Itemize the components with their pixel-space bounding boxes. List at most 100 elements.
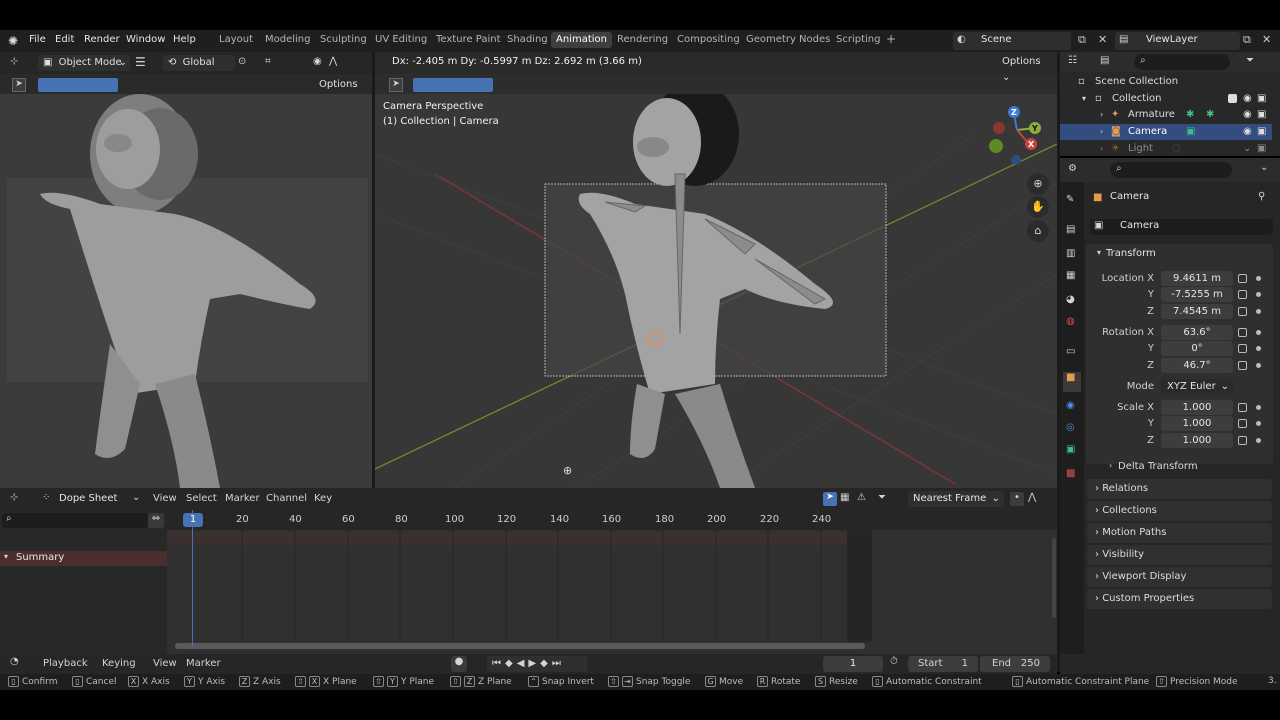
blender-logo-icon[interactable]: ✺ <box>8 34 18 48</box>
outliner-row-armature[interactable]: › ✦ Armature ✱ ✱ ◉ ▣ <box>1060 107 1272 123</box>
lock-icon[interactable] <box>1238 344 1247 353</box>
horizontal-scrollbar[interactable] <box>175 643 865 649</box>
summary-channel[interactable]: ▾ Summary <box>0 551 167 566</box>
chevron-down-icon[interactable]: ⌄ <box>1260 162 1268 173</box>
chevron-down-icon[interactable]: ⌄ <box>132 492 140 503</box>
lock-icon[interactable] <box>1238 361 1247 370</box>
menu-channel[interactable]: Channel <box>266 493 307 504</box>
delete-scene-icon[interactable]: ✕ <box>1098 33 1107 46</box>
lock-icon[interactable] <box>1238 403 1247 412</box>
object-tab-icon[interactable]: ■ <box>1063 372 1081 392</box>
scale-y-field[interactable]: 1.000 <box>1161 416 1233 431</box>
orientation-dropdown[interactable]: ⟲ Global <box>163 55 235 71</box>
texture-tab-icon[interactable]: ▩ <box>1066 468 1075 479</box>
panel-viewport-display[interactable]: › Viewport Display <box>1087 567 1272 587</box>
panel-motion-paths[interactable]: › Motion Paths <box>1087 523 1272 543</box>
camera-icon[interactable]: ▣ <box>1257 141 1266 157</box>
render-tab-icon[interactable]: ▤ <box>1066 224 1075 235</box>
camera-view-icon[interactable]: ⌂ <box>1027 220 1049 242</box>
editor-type-icon[interactable]: ◔ <box>10 656 19 667</box>
view-layer-tab-icon[interactable]: ▦ <box>1066 270 1075 281</box>
menu-edit[interactable]: Edit <box>55 34 74 45</box>
tab-geometry-nodes[interactable]: Geometry Nodes <box>746 34 830 45</box>
tab-modeling[interactable]: Modeling <box>265 34 311 45</box>
tab-sculpting[interactable]: Sculpting <box>320 34 367 45</box>
camera-icon[interactable]: ▣ <box>1257 107 1266 123</box>
editor-type-icon[interactable]: ⊹ <box>10 56 18 67</box>
menu-marker[interactable]: Marker <box>186 658 221 669</box>
rotation-z-field[interactable]: 46.7° <box>1161 358 1233 373</box>
tab-uv-editing[interactable]: UV Editing <box>375 34 427 45</box>
keyframe-dot-icon[interactable] <box>1256 421 1261 426</box>
menu-select[interactable]: Select <box>186 493 217 504</box>
editor-type-icon[interactable]: ⊹ <box>10 492 18 503</box>
play-reverse-icon[interactable]: ◀ <box>517 658 529 669</box>
keyframe-dot-icon[interactable] <box>1256 346 1261 351</box>
menu-help[interactable]: Help <box>173 34 196 45</box>
object-mode-dropdown[interactable]: ▣ Object Mode ⌄ <box>38 55 130 71</box>
expand-arrow-icon[interactable]: › <box>1100 107 1103 123</box>
location-z-field[interactable]: 7.4545 m <box>1161 304 1233 319</box>
playhead-frame-badge[interactable]: 1 <box>183 513 203 527</box>
lock-icon[interactable] <box>1238 307 1247 316</box>
scale-x-field[interactable]: 1.000 <box>1161 400 1233 415</box>
playhead-line[interactable] <box>192 510 193 647</box>
menu-keying[interactable]: Keying <box>102 658 136 669</box>
panel-expand-icon[interactable]: ▾ <box>1097 248 1101 257</box>
object-data-tab-icon[interactable]: ▣ <box>1066 444 1075 455</box>
outliner-row-light[interactable]: › ☀ Light ◌ ⌄ ▣ <box>1060 141 1272 157</box>
dope-sheet-mode-label[interactable]: Dope Sheet <box>59 493 117 504</box>
proportional-edit-icon[interactable]: • <box>1010 492 1024 506</box>
pin-icon[interactable]: ⚲ <box>1258 191 1265 202</box>
scale-z-field[interactable]: 1.000 <box>1161 433 1233 448</box>
rotation-x-field[interactable]: 63.6° <box>1161 325 1233 340</box>
outliner-row-collection[interactable]: ▾ ▫ Collection ◉ ▣ <box>1060 91 1272 107</box>
outliner-search-input[interactable]: ⌕ <box>1134 54 1230 70</box>
outliner-row-scene-collection[interactable]: ▫ Scene Collection <box>1060 74 1272 90</box>
properties-search-input[interactable]: ⌕ <box>1110 162 1232 178</box>
lock-icon[interactable] <box>1238 274 1247 283</box>
collection-tab-icon[interactable]: ▭ <box>1066 346 1075 357</box>
prev-keyframe-icon[interactable]: ◆ <box>505 658 517 669</box>
panel-relations[interactable]: › Relations <box>1087 479 1272 499</box>
left-3d-viewport[interactable]: ⊹ ▣ Object Mode ⌄ ☰ ⟲ Global ⊙ ⌗ ◉ ⋀ ➤ O… <box>0 52 372 488</box>
playback-controls[interactable]: ⏮◆◀▶◆⏭ <box>487 656 587 672</box>
jump-end-icon[interactable]: ⏭ <box>552 658 565 669</box>
properties-editor-icon[interactable]: ⚙ <box>1068 163 1077 174</box>
menu-view[interactable]: View <box>153 493 177 504</box>
world-tab-icon[interactable]: ◍ <box>1066 316 1075 327</box>
only-selected-icon[interactable]: ➤ <box>823 492 837 506</box>
menu-view[interactable]: View <box>153 658 177 669</box>
location-x-field[interactable]: 9.4611 m <box>1161 271 1233 286</box>
start-frame-field[interactable]: Start 1 <box>908 656 978 672</box>
snap-icon[interactable]: ⌗ <box>265 56 271 67</box>
panel-visibility[interactable]: › Visibility <box>1087 545 1272 565</box>
tab-texture-paint[interactable]: Texture Paint <box>436 34 501 45</box>
display-mode-icon[interactable]: ▤ <box>1100 55 1109 66</box>
swap-icon[interactable]: ⇔ <box>148 513 164 528</box>
pivot-icon[interactable]: ⊙ <box>238 56 246 67</box>
tab-shading[interactable]: Shading <box>507 34 548 45</box>
selection-mode-icons[interactable] <box>38 78 118 92</box>
keyframe-region[interactable] <box>167 510 1057 656</box>
menu-marker[interactable]: Marker <box>225 493 260 504</box>
filter-icon[interactable]: ⏷ <box>1246 55 1254 66</box>
new-viewlayer-icon[interactable]: ⧉ <box>1243 33 1251 47</box>
play-icon[interactable]: ▶ <box>528 658 540 669</box>
main-options-button[interactable]: Options ⌄ <box>997 54 1057 83</box>
filter-icon[interactable]: ⏷ <box>878 492 886 503</box>
scene-selector[interactable]: ◐ Scene <box>953 32 1071 50</box>
physics-tab-icon[interactable]: ◎ <box>1066 422 1075 433</box>
panel-collapse-icon[interactable]: › <box>1109 461 1112 470</box>
tab-animation[interactable]: Animation <box>551 32 612 48</box>
zoom-icon[interactable]: ⊕ <box>1027 173 1049 195</box>
proportional-edit-icon[interactable]: ◉ <box>313 56 322 67</box>
tab-compositing[interactable]: Compositing <box>677 34 740 45</box>
tab-layout[interactable]: Layout <box>219 34 253 45</box>
camera-icon[interactable]: ▣ <box>1257 124 1266 140</box>
selection-mode-icons[interactable] <box>413 78 493 92</box>
navigation-gizmo[interactable] <box>989 102 1049 164</box>
falloff-icon[interactable]: ⋀ <box>1028 492 1036 503</box>
expand-arrow-icon[interactable]: ▾ <box>4 552 8 561</box>
snap-mode-dropdown[interactable]: Nearest Frame ⌄ <box>908 491 1004 507</box>
